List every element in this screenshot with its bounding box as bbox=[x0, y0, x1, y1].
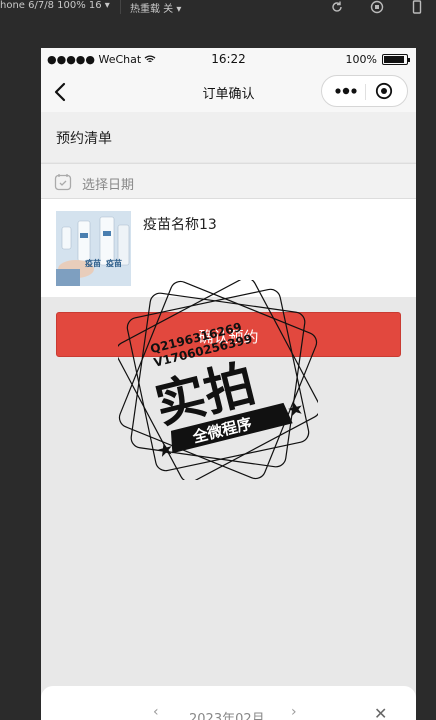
close-miniprogram-icon[interactable] bbox=[375, 82, 393, 100]
phone-screen: ●●●●● WeChat 16:22 100% 订单确认 预约清单 选择日期 疫… bbox=[41, 48, 416, 720]
section-header: 预约清单 bbox=[41, 112, 416, 162]
prev-month-button[interactable]: ‹ bbox=[153, 704, 159, 720]
stop-icon[interactable] bbox=[370, 0, 384, 14]
close-sheet-button[interactable]: ✕ bbox=[374, 704, 387, 720]
simulator-toolbar: hone 6/7/8 100% 16 ▾ 热重载 关 ▾ bbox=[0, 0, 436, 18]
battery-group: 100% bbox=[345, 53, 410, 66]
hot-reload-selector[interactable]: 热重载 关 ▾ bbox=[130, 0, 181, 15]
vaccine-image-label-2: 疫苗 bbox=[106, 259, 122, 268]
refresh-icon[interactable] bbox=[330, 0, 344, 14]
vaccine-name: 疫苗名称13 bbox=[143, 217, 217, 233]
confirm-booking-label: 确认预约 bbox=[198, 328, 259, 346]
vaccine-item[interactable]: 疫苗 疫苗 疫苗名称13 bbox=[41, 199, 416, 297]
calendar-sheet: ‹ 2023年02月 › ✕ bbox=[41, 686, 416, 720]
navigation-bar: 订单确认 bbox=[41, 72, 416, 112]
device-selector[interactable]: hone 6/7/8 100% 16 ▾ bbox=[0, 0, 110, 11]
phone-icon[interactable] bbox=[410, 0, 424, 14]
capsule-divider bbox=[365, 84, 366, 100]
vaccine-image-label-1: 疫苗 bbox=[85, 259, 101, 268]
battery-percent: 100% bbox=[345, 53, 377, 66]
status-bar: ●●●●● WeChat 16:22 100% bbox=[41, 48, 416, 72]
battery-icon bbox=[382, 54, 410, 65]
vaccine-thumbnail: 疫苗 疫苗 bbox=[56, 211, 131, 286]
calendar-icon bbox=[54, 174, 72, 191]
next-month-button[interactable]: › bbox=[291, 704, 297, 720]
vaccine-photo-image bbox=[56, 211, 131, 286]
calendar-month-label: 2023年02月 bbox=[189, 712, 265, 720]
mini-program-capsule bbox=[321, 75, 408, 107]
toolbar-divider bbox=[120, 0, 121, 14]
more-dots-icon[interactable] bbox=[334, 84, 358, 98]
date-selector[interactable]: 选择日期 bbox=[41, 163, 416, 199]
date-placeholder: 选择日期 bbox=[82, 178, 135, 193]
section-title: 预约清单 bbox=[56, 131, 112, 147]
confirm-booking-button[interactable]: 确认预约 bbox=[56, 312, 401, 357]
